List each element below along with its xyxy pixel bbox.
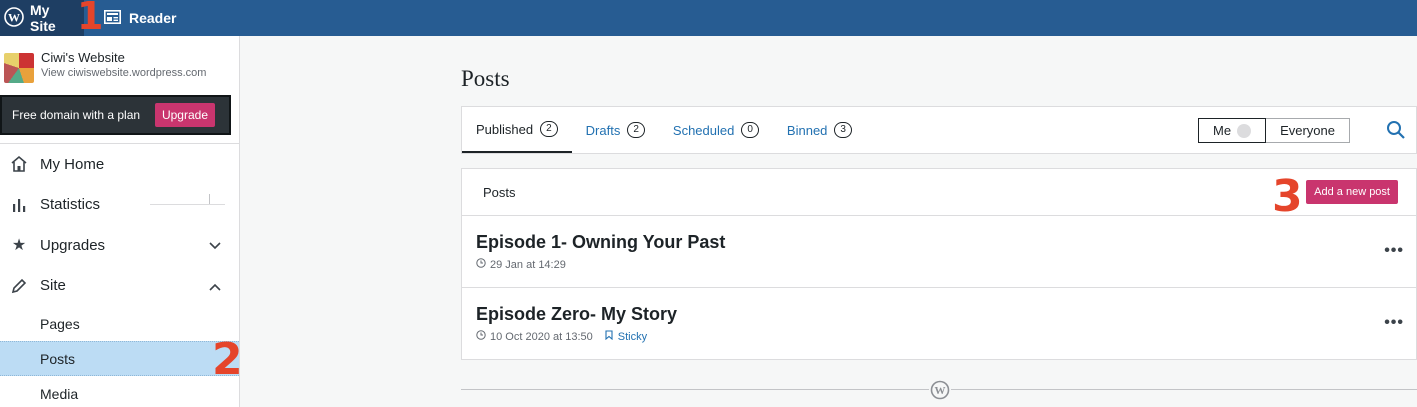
author-filter-me-label: Me — [1213, 123, 1232, 138]
clock-icon — [476, 258, 486, 271]
wordpress-logo-icon: W — [4, 6, 24, 30]
chevron-down-icon — [209, 238, 221, 253]
post-actions-ellipsis-icon[interactable]: ••• — [1384, 242, 1404, 260]
list-header-label: Posts — [483, 184, 516, 200]
pencil-icon — [10, 277, 28, 295]
search-icon[interactable] — [1386, 120, 1406, 145]
tab-count: 3 — [834, 122, 852, 138]
post-date: 29 Jan at 14:29 — [490, 258, 566, 271]
sidebar-item-site[interactable]: Site — [0, 266, 239, 307]
tab-label: Scheduled — [672, 122, 735, 138]
chevron-up-icon — [209, 279, 221, 294]
author-filter: Me Everyone — [1198, 118, 1350, 143]
add-new-post-button[interactable]: Add a new post — [1306, 180, 1398, 204]
sidebar-subitem-pages[interactable]: Pages — [0, 306, 239, 341]
sticky-label: Sticky — [617, 330, 648, 343]
post-title[interactable]: Episode Zero- My Story — [476, 304, 1402, 324]
sidebar-item-upgrades[interactable]: ★ Upgrades — [0, 225, 239, 266]
wordpress-footer-logo-icon: W — [929, 379, 951, 401]
site-title: Ciwi's Website — [41, 50, 125, 65]
domain-promo: Free domain with a plan Upgrade — [0, 95, 231, 135]
stats-sparkline — [150, 193, 225, 205]
tab-count: 0 — [741, 122, 759, 138]
star-icon: ★ — [11, 237, 27, 255]
page-title: Posts — [461, 66, 510, 91]
sidebar: Ciwi's Website View ciwiswebsite.wordpre… — [0, 36, 240, 407]
post-title[interactable]: Episode 1- Owning Your Past — [476, 232, 1402, 252]
my-site-button[interactable]: W My Site — [0, 0, 84, 36]
post-actions-ellipsis-icon[interactable]: ••• — [1384, 314, 1404, 332]
masterbar: W My Site Reader — [0, 0, 1417, 36]
sidebar-item-label: Site — [40, 277, 66, 295]
clock-icon — [476, 330, 486, 343]
post-status-tabs: Published 2 Drafts 2 Scheduled 0 Binned … — [461, 106, 1417, 154]
sidebar-menu: My Home Statistics ★ Upgrades Site — [0, 144, 239, 306]
sidebar-item-my-home[interactable]: My Home — [0, 144, 239, 185]
annotation-step-1: 1 — [77, 0, 104, 38]
post-meta: 10 Oct 2020 at 13:50 Sticky — [476, 330, 1402, 343]
annotation-step-3: 3 — [1272, 171, 1303, 222]
author-filter-me[interactable]: Me — [1198, 118, 1267, 143]
tab-label: Drafts — [585, 122, 621, 138]
promo-text: Free domain with a plan — [12, 108, 141, 122]
post-row[interactable]: Episode 1- Owning Your Past 29 Jan at 14… — [461, 216, 1417, 288]
sidebar-subitem-media[interactable]: Media — [0, 376, 239, 407]
sidebar-item-label: My Home — [40, 155, 105, 173]
author-filter-everyone[interactable]: Everyone — [1266, 119, 1349, 142]
sidebar-item-label: Statistics — [40, 196, 101, 214]
tab-count: 2 — [627, 122, 645, 138]
sidebar-item-label: Upgrades — [40, 236, 106, 254]
post-row[interactable]: Episode Zero- My Story 10 Oct 2020 at 13… — [461, 288, 1417, 360]
avatar — [1237, 123, 1252, 138]
reader-icon — [104, 9, 121, 27]
sidebar-subitem-posts[interactable]: Posts — [0, 341, 239, 376]
tab-count: 2 — [540, 121, 558, 137]
tab-binned[interactable]: Binned 3 — [773, 107, 866, 153]
tab-published[interactable]: Published 2 — [462, 107, 572, 153]
site-url-link[interactable]: View ciwiswebsite.wordpress.com — [41, 65, 213, 81]
annotation-step-2: 2 — [212, 334, 243, 385]
tab-label: Published — [476, 121, 534, 137]
site-icon — [4, 53, 34, 83]
upgrade-button[interactable]: Upgrade — [154, 103, 215, 127]
svg-text:W: W — [8, 10, 20, 24]
my-site-label: My Site — [30, 2, 56, 34]
tab-drafts[interactable]: Drafts 2 — [572, 107, 659, 153]
bookmark-icon — [605, 330, 613, 343]
home-icon — [10, 155, 28, 173]
site-card[interactable]: Ciwi's Website View ciwiswebsite.wordpre… — [0, 36, 239, 94]
post-date: 10 Oct 2020 at 13:50 — [490, 330, 593, 343]
reader-button[interactable]: Reader — [100, 0, 186, 36]
sticky-badge: Sticky — [605, 330, 647, 343]
post-meta: 29 Jan at 14:29 — [476, 258, 1402, 271]
sidebar-item-statistics[interactable]: Statistics — [0, 185, 239, 226]
bar-chart-icon — [10, 196, 28, 214]
svg-text:W: W — [935, 385, 946, 397]
tab-scheduled[interactable]: Scheduled 0 — [659, 107, 773, 153]
tab-label: Binned — [786, 122, 828, 138]
reader-label: Reader — [129, 10, 177, 26]
